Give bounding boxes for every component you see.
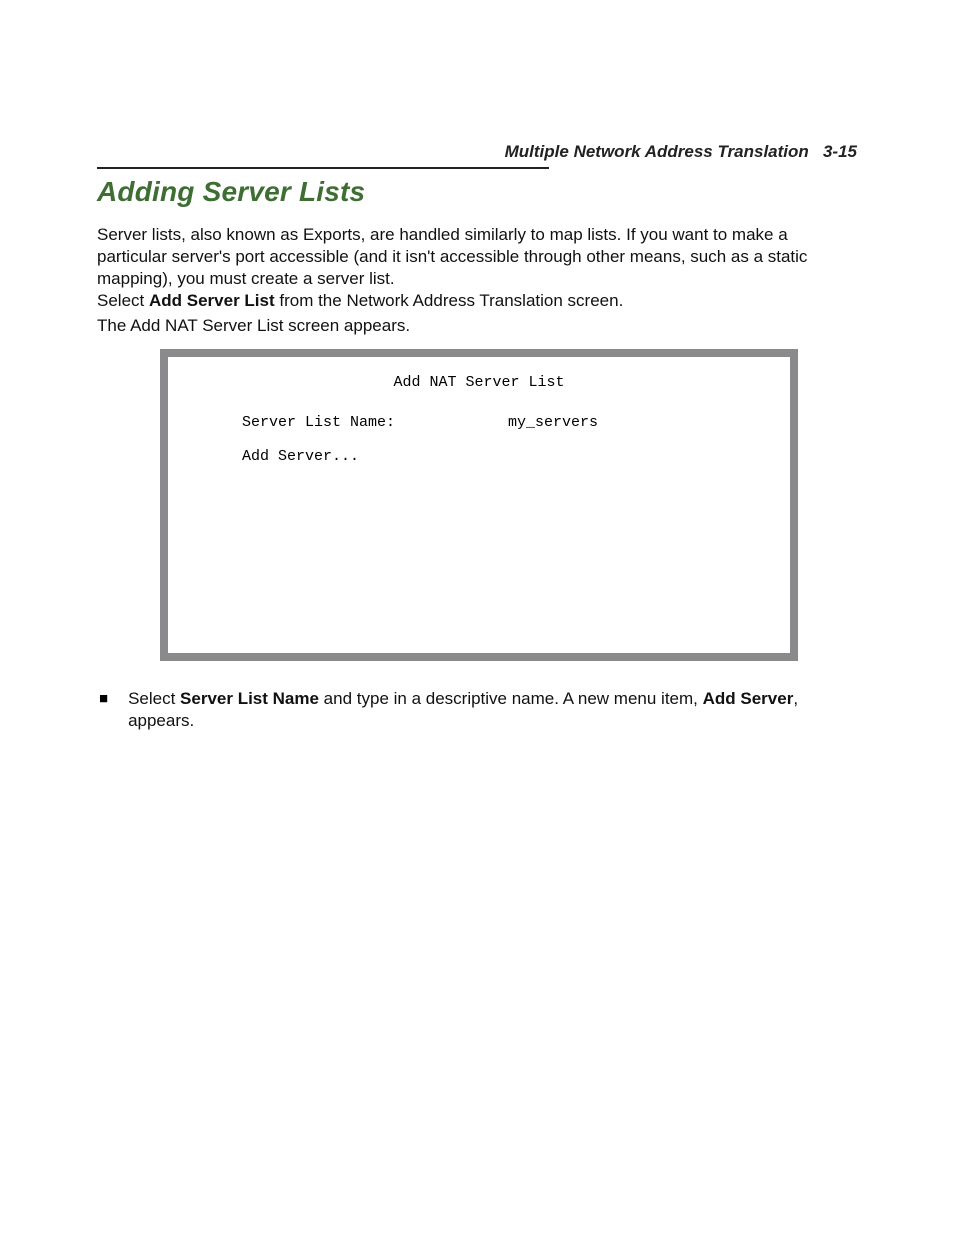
heading-rule	[97, 167, 549, 169]
section-heading: Adding Server Lists	[97, 176, 365, 208]
bullet-mid: and type in a descriptive name. A new me…	[319, 689, 703, 708]
bullet-bold1: Server List Name	[180, 689, 319, 708]
paragraph-appears: The Add NAT Server List screen appears.	[97, 315, 857, 337]
para2-bold: Add Server List	[149, 291, 275, 310]
running-header-title: Multiple Network Address Translation	[505, 142, 809, 161]
bullet-item: ■ Select Server List Name and type in a …	[97, 688, 857, 732]
page-number: 3-15	[823, 142, 857, 161]
server-list-name-value: my_servers	[508, 415, 598, 432]
para2-post: from the Network Address Translation scr…	[275, 291, 624, 310]
document-page: Multiple Network Address Translation 3-1…	[0, 0, 954, 1235]
add-server-menu-item: Add Server...	[242, 449, 359, 466]
bullet-marker-icon: ■	[99, 688, 108, 710]
running-header: Multiple Network Address Translation 3-1…	[486, 122, 857, 182]
para2-pre: Select	[97, 291, 149, 310]
terminal-title: Add NAT Server List	[168, 375, 790, 392]
bullet-pre: Select	[128, 689, 180, 708]
paragraph-intro: Server lists, also known as Exports, are…	[97, 224, 857, 289]
paragraph-select: Select Add Server List from the Network …	[97, 290, 857, 312]
bullet-bold2: Add Server	[703, 689, 794, 708]
bullet-text: Select Server List Name and type in a de…	[128, 688, 857, 732]
terminal-screenshot: Add NAT Server List Server List Name: my…	[160, 349, 798, 661]
terminal-inner: Add NAT Server List Server List Name: my…	[168, 357, 790, 653]
server-list-name-label: Server List Name:	[242, 415, 395, 432]
running-header-sep	[809, 142, 823, 161]
